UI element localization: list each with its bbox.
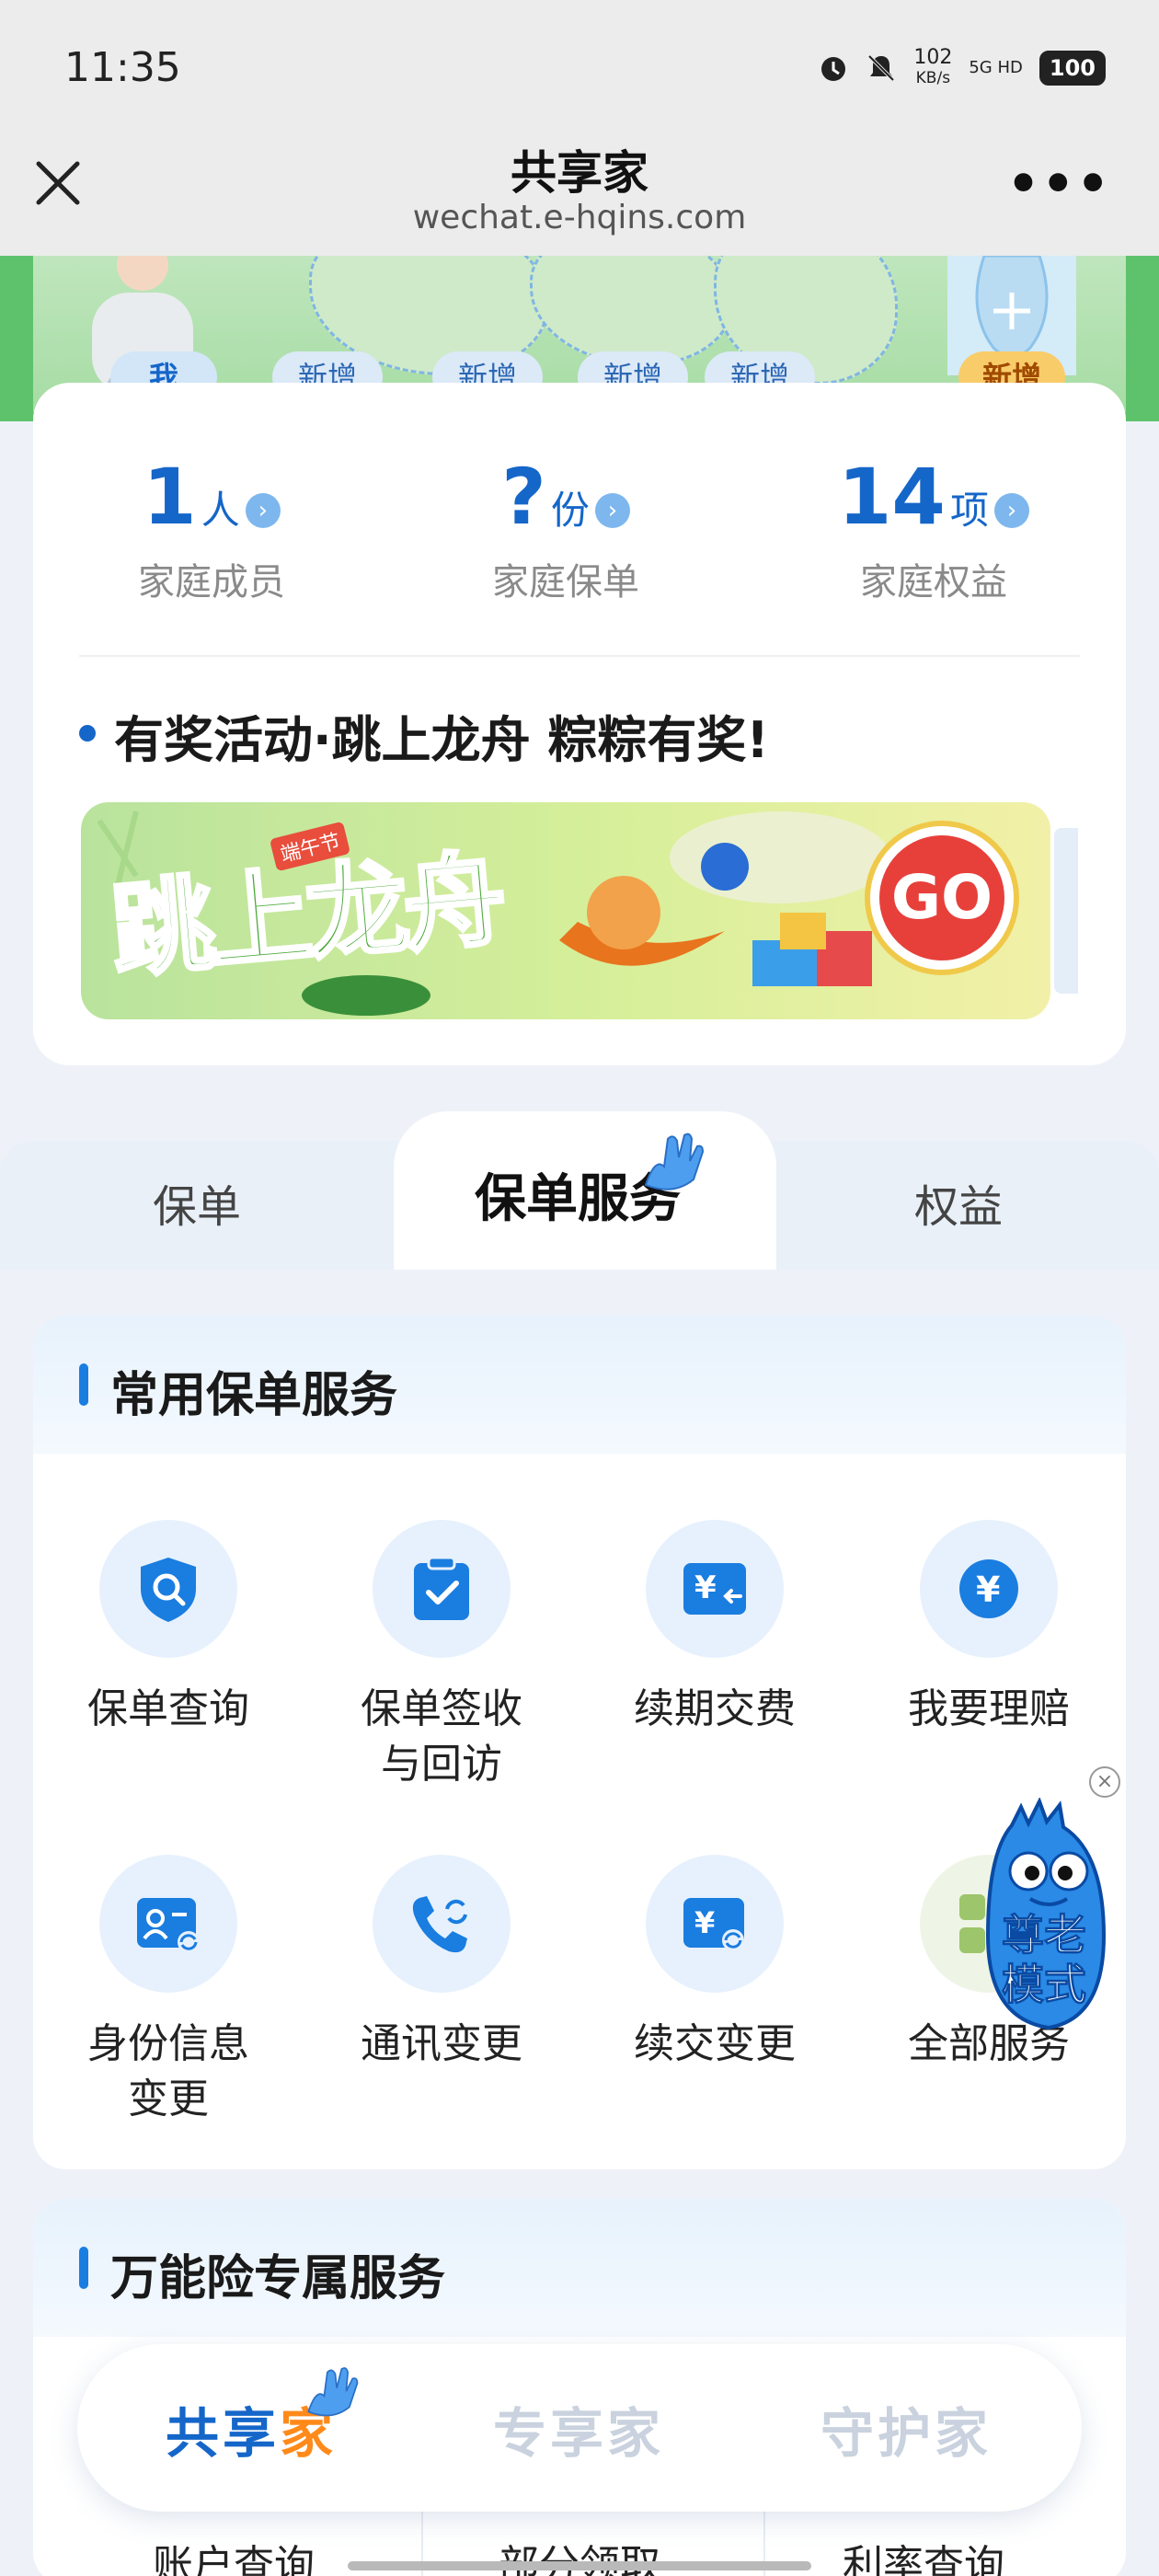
- battery-indicator: 100: [1039, 51, 1106, 86]
- signal-indicator: 5G HD: [969, 58, 1023, 77]
- elder-mode-line2: 模式: [1002, 1960, 1087, 2010]
- service-account-query[interactable]: 账户查询: [153, 2532, 315, 2576]
- service-icon-bg: [373, 1520, 511, 1658]
- stat-unit: 份: [550, 488, 590, 533]
- status-time: 11:35: [64, 44, 181, 91]
- section-accent-bar: [79, 2247, 88, 2289]
- go-button[interactable]: GO: [870, 826, 1014, 970]
- more-icon[interactable]: •••: [1007, 159, 1111, 211]
- service-label: 通讯变更: [361, 2020, 522, 2067]
- stat-value: ?: [501, 452, 546, 542]
- yen-refresh-icon: ¥: [683, 1898, 744, 1951]
- chevron-right-icon: ›: [994, 493, 1029, 528]
- activity-title[interactable]: 有奖活动·跳上龙舟 粽粽有奖!: [114, 699, 769, 772]
- service-rate-query[interactable]: 利率查询: [843, 2532, 1004, 2576]
- tab-benefits[interactable]: 权益: [914, 1170, 1003, 1235]
- service-renewal-payment[interactable]: ¥ 续期交费: [586, 1520, 843, 1737]
- mascot-close-icon[interactable]: ×: [1089, 1766, 1120, 1798]
- shield-search-icon: [141, 1558, 196, 1622]
- service-icon-bg: ¥: [646, 1855, 784, 1993]
- service-icon-bg: [99, 1520, 237, 1658]
- service-label: 身份信息 变更: [87, 2020, 249, 2122]
- svg-text:¥: ¥: [976, 1570, 1000, 1610]
- nav-exclusive-home[interactable]: 专享家: [493, 2390, 664, 2467]
- home-indicator[interactable]: [348, 2561, 811, 2570]
- elder-mode-label[interactable]: 尊老 模式: [984, 1910, 1104, 2010]
- next-banner-peek[interactable]: [1054, 828, 1078, 994]
- stat-label: 家庭保单: [492, 561, 639, 604]
- nav-guardian-home[interactable]: 守护家: [820, 2390, 992, 2467]
- section-title: 万能险专属服务: [110, 2251, 446, 2306]
- stat-value: 1: [143, 452, 197, 542]
- page-title: 共享家: [511, 146, 648, 200]
- stat-unit: 项: [949, 488, 989, 533]
- chevron-right-icon: ›: [594, 493, 630, 528]
- svg-text:¥: ¥: [694, 1570, 717, 1606]
- phone-refresh-icon: [412, 1896, 467, 1953]
- section-title: 常用保单服务: [110, 1368, 398, 1423]
- service-identity-change[interactable]: 身份信息 变更: [40, 1855, 297, 2127]
- service-contact-change[interactable]: 通讯变更: [313, 1855, 570, 2072]
- section-accent-bar: [79, 1363, 88, 1406]
- service-icon-bg: ¥: [920, 1520, 1058, 1658]
- card-header: 常用保单服务: [33, 1316, 1126, 1454]
- stat-label: 家庭权益: [860, 561, 1007, 604]
- service-label: 续期交费: [634, 1685, 796, 1732]
- yen-coin-icon: ¥: [959, 1559, 1018, 1618]
- page-url: wechat.e-hqins.com: [412, 199, 747, 236]
- hand-icon: [644, 1133, 705, 1190]
- stat-unit: 人: [201, 488, 240, 533]
- chevron-right-icon: ›: [245, 493, 281, 528]
- svg-text:¥: ¥: [694, 1905, 715, 1940]
- elder-mode-line1: 尊老: [1002, 1910, 1087, 1961]
- service-label: 我要理赔: [908, 1685, 1070, 1732]
- service-icon-bg: [99, 1855, 237, 1993]
- service-renewal-change[interactable]: ¥ 续交变更: [586, 1855, 843, 2072]
- divider: [79, 655, 1080, 657]
- stat-value: 14: [837, 452, 946, 542]
- stat-members[interactable]: 1 人 ›: [64, 451, 359, 543]
- stat-policies[interactable]: ? 份 ›: [419, 451, 713, 543]
- service-claim[interactable]: ¥ 我要理赔: [860, 1520, 1118, 1737]
- bullet-dot: [79, 725, 96, 742]
- service-icon-bg: [373, 1855, 511, 1993]
- service-label: 续交变更: [634, 2020, 796, 2067]
- stat-benefits[interactable]: 14 项 ›: [786, 451, 1081, 543]
- id-card-refresh-icon: [137, 1898, 200, 1953]
- net-speed-value: 102: [913, 46, 953, 69]
- nav-label: 共享: [166, 2402, 281, 2465]
- yen-card-icon: ¥: [683, 1563, 746, 1615]
- service-icon-bg: ¥: [646, 1520, 784, 1658]
- mute-icon: [867, 54, 895, 82]
- tab-policies[interactable]: 保单: [153, 1170, 241, 1235]
- net-speed-unit: KB/s: [915, 69, 951, 87]
- service-label: 保单签收 与回访: [361, 1685, 522, 1788]
- status-icons: 102 KB/s 5G HD 100: [818, 48, 1106, 88]
- service-label: 保单查询: [87, 1685, 249, 1732]
- card-header: 万能险专属服务: [33, 2199, 1126, 2337]
- clipboard-check-icon: [414, 1556, 469, 1620]
- alarm-icon: [821, 57, 846, 81]
- net-speed: 102 KB/s: [913, 48, 952, 88]
- service-policy-query[interactable]: 保单查询: [40, 1520, 297, 1737]
- service-sign-visit[interactable]: 保单签收 与回访: [313, 1520, 570, 1792]
- stat-label: 家庭成员: [138, 561, 285, 604]
- hand-icon: [307, 2367, 359, 2417]
